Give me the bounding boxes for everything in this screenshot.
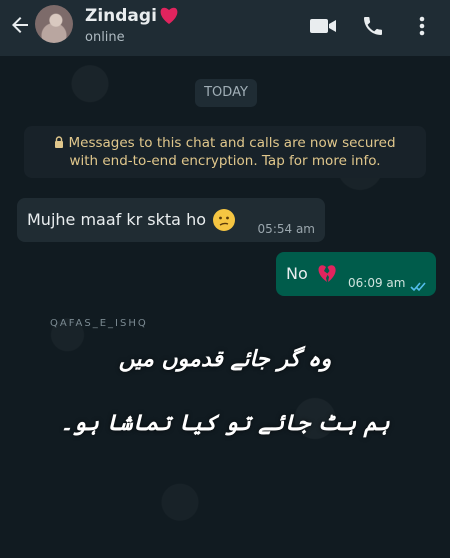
poetry-line-2: ہم ہٹ جائے تو کیا تماشا ہو۔ (60, 410, 390, 436)
date-separator: TODAY (195, 79, 257, 107)
message-time: 05:54 am (257, 222, 315, 236)
more-options-icon[interactable] (415, 14, 429, 38)
contact-status: online (85, 30, 125, 45)
confused-face-icon (212, 208, 236, 232)
poetry-line-1: وہ گر جائے قدموں میں (118, 346, 332, 372)
contact-name[interactable]: Zindagi (85, 6, 157, 26)
message-text: No (286, 264, 308, 283)
phone-call-icon[interactable] (361, 14, 389, 38)
chat-header: Zindagi online (0, 0, 450, 56)
broken-heart-icon (316, 262, 338, 284)
message-text: Mujhe maaf kr skta ho (27, 210, 206, 229)
avatar[interactable] (35, 5, 73, 43)
encryption-notice[interactable]: Messages to this chat and calls are now … (24, 126, 426, 178)
message-time: 06:09 am (348, 276, 406, 290)
incoming-message[interactable]: Mujhe maaf kr skta ho 05:54 am (17, 198, 325, 242)
read-receipt-icon (410, 277, 428, 292)
lock-icon (54, 135, 64, 148)
video-call-icon[interactable] (309, 14, 337, 38)
back-arrow-icon[interactable] (8, 13, 32, 37)
red-heart-icon (158, 5, 180, 25)
notice-line-1: Messages to this chat and calls are now … (68, 135, 396, 151)
notice-line-2: with end-to-end encryption. Tap for more… (69, 153, 381, 169)
chat-screen: Zindagi online TODAY Messages to this ch… (0, 0, 450, 558)
outgoing-message[interactable]: No 06:09 am (276, 252, 436, 296)
watermark: QAFAS_E_ISHQ (50, 318, 148, 329)
